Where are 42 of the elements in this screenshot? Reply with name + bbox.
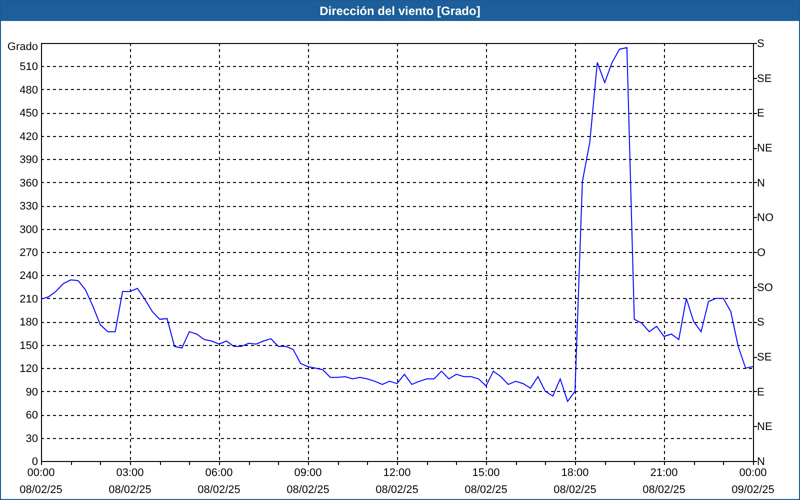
y-tick-label: 300	[20, 224, 38, 236]
direction-tick-label: E	[757, 386, 764, 398]
x-tick-label: 18:00 08/02/25	[554, 467, 596, 496]
direction-tick-label: SE	[757, 72, 772, 85]
y-tick-label: 0	[32, 456, 38, 468]
direction-tick-label: S	[757, 316, 764, 329]
y-tick-label: 360	[20, 177, 38, 190]
direction-tick-label: N	[757, 456, 765, 468]
direction-tick-label: SE	[757, 352, 772, 364]
x-tick-label: 06:00 08/02/25	[198, 467, 240, 496]
x-tick-label: 00:00 08/02/25	[20, 467, 62, 496]
y-tick-label: 480	[20, 84, 38, 96]
y-tick-label: 150	[20, 340, 38, 352]
x-tick-label: 03:00 08/02/25	[108, 467, 152, 496]
direction-tick-label: S	[757, 38, 764, 50]
direction-tick-label: O	[757, 247, 766, 259]
window-title: Dirección del viento [Grado]	[320, 3, 480, 20]
y-tick-label: 240	[20, 270, 38, 282]
y-tick-label: 510	[20, 61, 38, 74]
direction-tick-label: SO	[757, 282, 773, 294]
y-tick-label: 90	[26, 386, 38, 398]
y-tick-label: 270	[20, 247, 38, 259]
x-tick-label: 00:00 09/02/25	[732, 467, 774, 496]
direction-tick-label: E	[757, 108, 764, 120]
y-axis-label: Grado	[7, 41, 38, 53]
x-tick-label: 09:00 08/02/25	[286, 467, 330, 496]
y-tick-label: 330	[20, 200, 38, 213]
x-tick-label: 21:00 08/02/25	[642, 467, 686, 496]
direction-tick-label: NE	[757, 142, 772, 154]
y-tick-label: 60	[26, 410, 38, 422]
y-tick-label: 30	[26, 432, 38, 445]
x-tick-label: 15:00 08/02/25	[464, 467, 508, 496]
y-tick-label: 120	[20, 363, 38, 376]
x-tick-label: 12:00 08/02/25	[376, 467, 418, 496]
direction-tick-label: N	[757, 177, 765, 190]
y-tick-label: 450	[20, 108, 38, 120]
direction-tick-label: NO	[757, 212, 774, 224]
direction-tick-label: NE	[757, 421, 772, 434]
y-tick-label: 420	[20, 130, 38, 143]
y-tick-label: 210	[20, 293, 38, 306]
y-tick-label: 180	[20, 316, 38, 329]
y-tick-label: 390	[20, 154, 38, 166]
